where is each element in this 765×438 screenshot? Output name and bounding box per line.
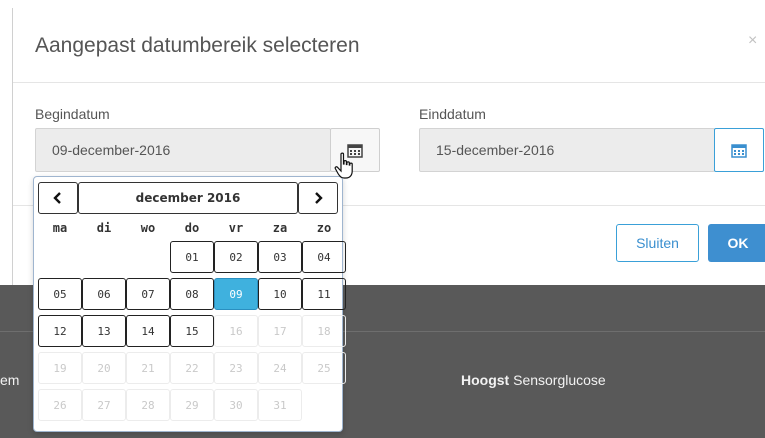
day-cell[interactable]: 13 xyxy=(82,315,126,347)
ok-button[interactable]: OK xyxy=(708,224,765,262)
day-cell: 18 xyxy=(302,315,346,347)
begin-date-label: Begindatum xyxy=(35,106,110,122)
hand-pointer-icon xyxy=(334,152,353,179)
day-cell: 24 xyxy=(258,352,302,384)
close-button[interactable]: Sluiten xyxy=(616,224,699,262)
day-cell[interactable]: 01 xyxy=(170,241,214,273)
end-date-label: Einddatum xyxy=(419,106,486,122)
day-cell: 26 xyxy=(38,389,82,421)
day-cell[interactable]: 15 xyxy=(170,315,214,347)
close-icon[interactable]: × xyxy=(748,32,757,50)
background-label-fragment: em xyxy=(0,372,20,388)
hoogst-bold: Hoogst xyxy=(461,372,510,388)
day-cell: 27 xyxy=(82,389,126,421)
day-cell: 19 xyxy=(38,352,82,384)
day-cell[interactable]: 07 xyxy=(126,278,170,310)
day-cell-selected[interactable]: 09 xyxy=(214,278,258,310)
day-cell: 22 xyxy=(170,352,214,384)
prev-month-button[interactable] xyxy=(38,182,78,214)
chevron-right-icon xyxy=(315,192,323,204)
day-cell: 23 xyxy=(214,352,258,384)
day-cell: 28 xyxy=(126,389,170,421)
weekday-header: vr xyxy=(228,221,244,235)
day-cell[interactable]: 03 xyxy=(258,241,302,273)
day-cell: 17 xyxy=(258,315,302,347)
day-cell: 31 xyxy=(258,389,302,421)
day-cell[interactable]: 04 xyxy=(302,241,346,273)
datepicker-popup: december 2016 ma di wo do vr za zo 01 02 03 04 05 0… xyxy=(33,176,346,432)
day-cell[interactable]: 02 xyxy=(214,241,258,273)
day-cell[interactable]: 14 xyxy=(126,315,170,347)
modal-header: Aangepast datumbereik selecteren × xyxy=(13,8,765,83)
day-cell[interactable]: 06 xyxy=(82,278,126,310)
day-cell: 30 xyxy=(214,389,258,421)
day-cell: 29 xyxy=(170,389,214,421)
day-cell[interactable]: 05 xyxy=(38,278,82,310)
calendar-icon xyxy=(731,143,747,158)
chevron-left-icon xyxy=(53,192,61,204)
end-calendar-button[interactable] xyxy=(714,128,764,172)
weekday-header: wo xyxy=(140,221,156,235)
day-cell: 16 xyxy=(214,315,258,347)
weekday-header: zo xyxy=(316,221,332,235)
background-label-hoogst: Hoogst Sensorglucose xyxy=(461,372,606,388)
day-cell: 20 xyxy=(82,352,126,384)
weekday-header: ma xyxy=(52,221,68,235)
day-cell[interactable]: 08 xyxy=(170,278,214,310)
weekday-header: di xyxy=(96,221,112,235)
day-cell: 25 xyxy=(302,352,346,384)
weekday-header: za xyxy=(272,221,288,235)
next-month-button[interactable] xyxy=(298,182,338,214)
begin-date-input[interactable]: 09-december-2016 xyxy=(35,128,331,172)
modal-title: Aangepast datumbereik selecteren xyxy=(35,34,360,57)
day-cell[interactable]: 12 xyxy=(38,315,82,347)
day-cell: 21 xyxy=(126,352,170,384)
end-date-input[interactable]: 15-december-2016 xyxy=(419,128,715,172)
weekday-header: do xyxy=(184,221,200,235)
day-cell[interactable]: 10 xyxy=(258,278,302,310)
month-title-button[interactable]: december 2016 xyxy=(78,182,298,214)
day-cell[interactable]: 11 xyxy=(302,278,346,310)
hoogst-rest: Sensorglucose xyxy=(509,372,606,388)
